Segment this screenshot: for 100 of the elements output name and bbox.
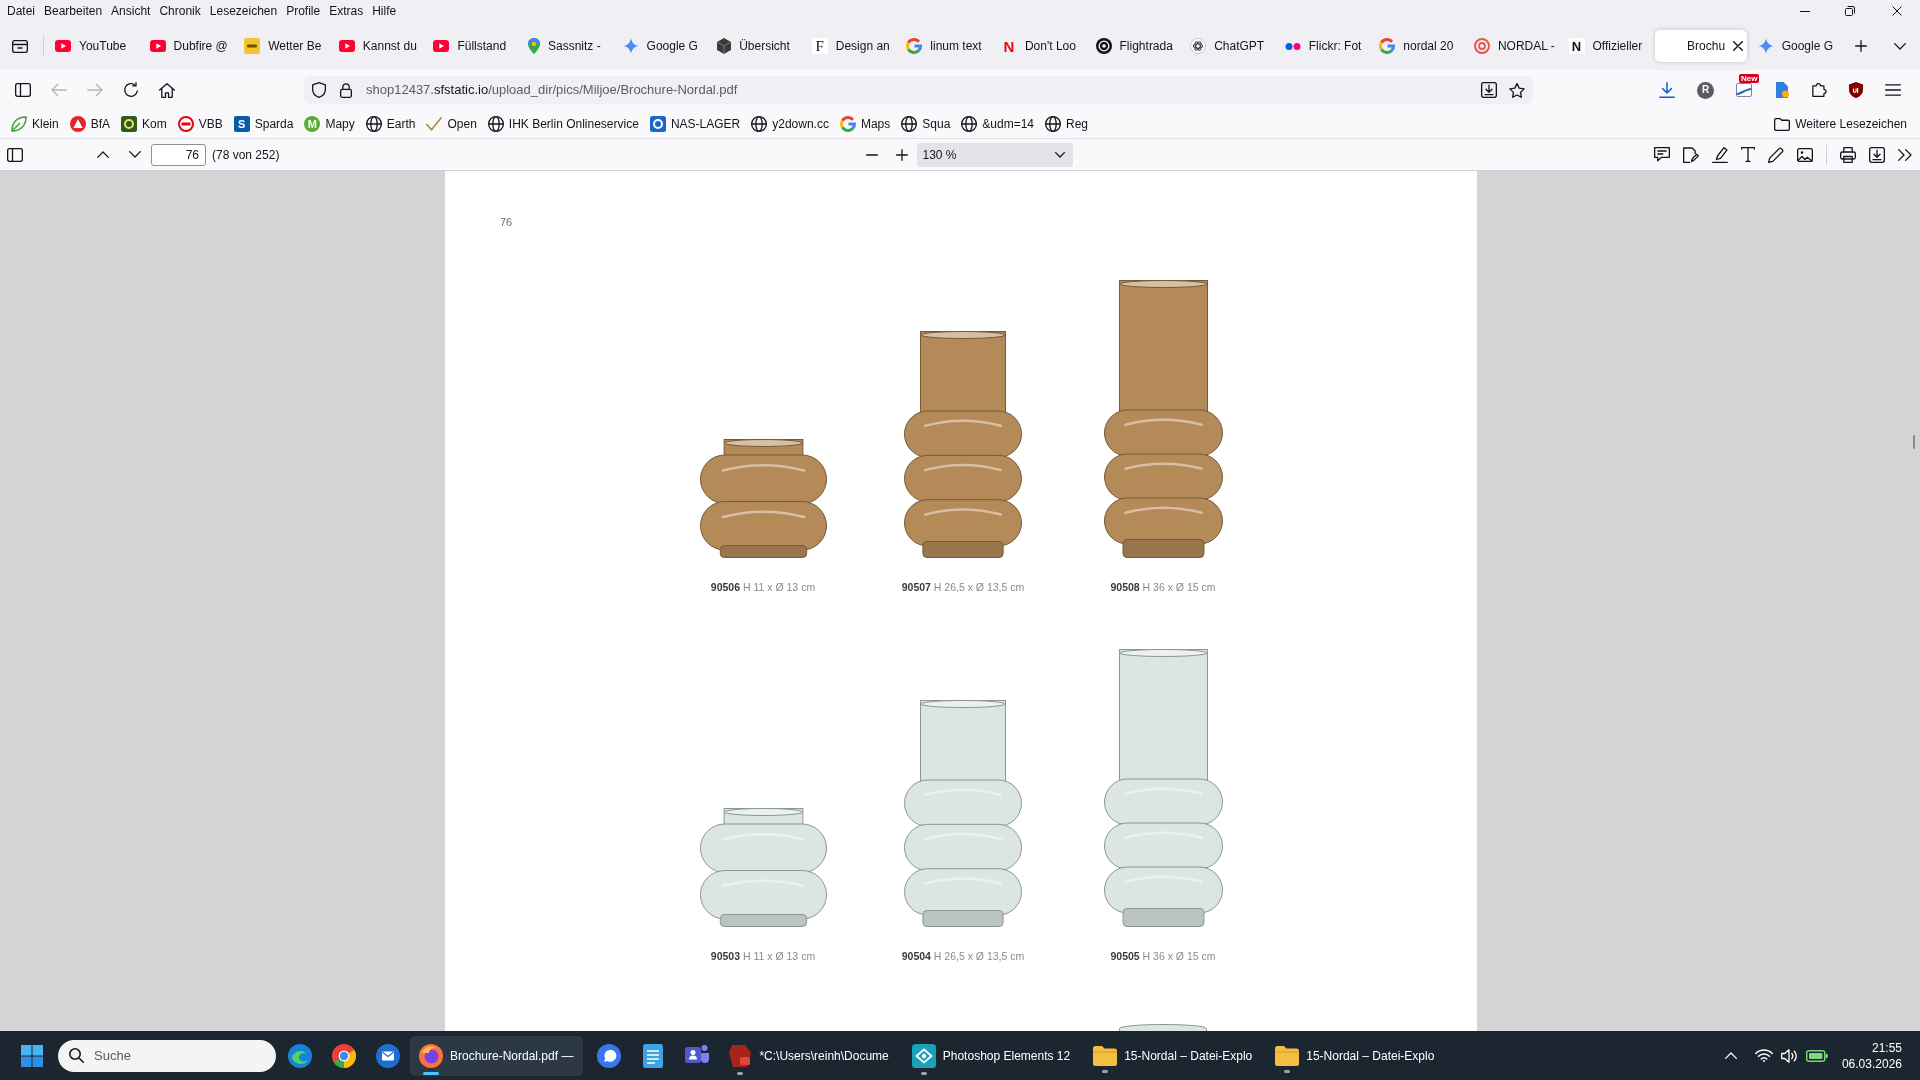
segmented-ring-icon[interactable]: [332, 1043, 356, 1068]
bookmark[interactable]: NAS-LAGER: [646, 112, 744, 136]
bookmark[interactable]: Reg: [1042, 112, 1092, 136]
bookmark[interactable]: Open: [423, 112, 480, 136]
tab[interactable]: Dubfire @: [141, 30, 234, 62]
reload-icon[interactable]: [123, 82, 139, 98]
printer-icon[interactable]: [1840, 146, 1856, 163]
tab[interactable]: Brochu: [1655, 30, 1748, 62]
people-tile-icon[interactable]: [685, 1045, 710, 1066]
comment-icon[interactable]: [1654, 147, 1670, 162]
battery-icon[interactable]: [1805, 1049, 1828, 1062]
tab[interactable]: N Offizieller: [1560, 30, 1653, 62]
text-tool-icon[interactable]: [1741, 147, 1755, 162]
menu-item[interactable]: Profile: [282, 2, 325, 20]
tab[interactable]: Kannst du: [330, 30, 423, 62]
plus-icon[interactable]: [1855, 40, 1868, 52]
tab[interactable]: Wetter Be: [236, 30, 329, 62]
menu-item[interactable]: Ansicht: [107, 2, 155, 20]
scrollbar-thumb[interactable]: [1913, 435, 1915, 449]
menu-item[interactable]: Extras: [325, 2, 368, 20]
puzzle-icon[interactable]: [1812, 83, 1827, 97]
image-icon[interactable]: [1797, 147, 1813, 162]
bookmark[interactable]: Earth: [362, 112, 419, 136]
address-field[interactable]: shop12437.sfstatic.io/upload_dir/pics/Miljoe/Brochure-Nordal.pdf: [304, 76, 1533, 104]
taskbar-button[interactable]: *C:\Users\reinh\Docume: [719, 1035, 899, 1076]
download-icon[interactable]: [1659, 82, 1675, 98]
menu-item[interactable]: Datei: [3, 2, 39, 20]
tab[interactable]: Flightrada: [1087, 30, 1180, 62]
zoom-select[interactable]: 130 %: [916, 142, 1073, 167]
taskbar-button[interactable]: 15-Nordal – Datei-Explo: [1084, 1035, 1263, 1076]
menu-icon[interactable]: [1885, 84, 1901, 96]
wifi-icon[interactable]: [1754, 1049, 1773, 1062]
pencil-icon[interactable]: [1768, 146, 1784, 163]
bookmarks-menu[interactable]: Weitere Lesezeichen: [1771, 112, 1910, 136]
start-icon[interactable]: [21, 1044, 43, 1067]
document-icon[interactable]: [1774, 82, 1790, 98]
tab[interactable]: N Don't Loo: [992, 30, 1085, 62]
page-number-field[interactable]: 76: [151, 143, 206, 166]
tab[interactable]: YouTube: [47, 30, 139, 62]
shield-icon[interactable]: [1849, 82, 1863, 98]
bookmark[interactable]: Kom: [118, 112, 170, 136]
tab[interactable]: Google G: [614, 30, 707, 62]
tab[interactable]: Füllstand: [425, 30, 518, 62]
close-icon[interactable]: [1892, 6, 1902, 16]
box-icon[interactable]: [12, 39, 28, 53]
tab[interactable]: Google G: [1749, 30, 1842, 62]
tab[interactable]: NORDAL -: [1465, 30, 1558, 62]
plus-icon[interactable]: [895, 148, 908, 161]
restore-icon[interactable]: [1845, 6, 1855, 16]
bookmark[interactable]: Klein: [8, 112, 62, 136]
tab[interactable]: Flickr: Fot: [1276, 30, 1369, 62]
search-field[interactable]: Suche: [58, 1039, 276, 1072]
menu-item[interactable]: Lesezeichen: [205, 2, 282, 20]
minus-icon[interactable]: [865, 153, 878, 156]
marker-icon[interactable]: [1712, 146, 1728, 163]
bookmark[interactable]: BfA: [66, 112, 114, 136]
menu-item[interactable]: Bearbeiten: [40, 2, 107, 20]
menu-item[interactable]: Hilfe: [368, 2, 401, 20]
taskbar-button[interactable]: 15-Nordal – Datei-Explo: [1266, 1035, 1445, 1076]
tab[interactable]: ChatGPT: [1182, 30, 1275, 62]
taskbar-button[interactable]: Photoshop Elements 12: [902, 1035, 1081, 1076]
sidebar-icon[interactable]: [15, 83, 31, 97]
speaker-icon[interactable]: [1780, 1048, 1798, 1063]
tab[interactable]: Sassnitz -: [519, 30, 612, 62]
tab[interactable]: F Design an: [803, 30, 896, 62]
envelope-icon[interactable]: [376, 1043, 400, 1068]
profile-avatar[interactable]: R: [1697, 81, 1714, 99]
product-caption: 90507 H 26,5 x Ø 13,5 cm: [901, 580, 1025, 594]
bookmark[interactable]: S Sparda: [230, 112, 297, 136]
tab[interactable]: nordal 20: [1371, 30, 1464, 62]
signature-icon[interactable]: [1683, 146, 1699, 163]
taskbar-button[interactable]: Brochure-Nordal.pdf —: [410, 1035, 584, 1076]
swoosh-icon[interactable]: [1736, 83, 1752, 97]
bookmark[interactable]: y2down.cc: [748, 112, 832, 136]
double-chevron-icon[interactable]: [1898, 148, 1912, 161]
speech-bubble-icon[interactable]: [597, 1043, 622, 1068]
notepad-icon[interactable]: [643, 1043, 664, 1068]
bookmark[interactable]: IHK Berlin Onlineservice: [484, 112, 642, 136]
bookmark[interactable]: VBB: [174, 112, 226, 136]
chevron-up-icon[interactable]: [97, 151, 109, 158]
save-icon[interactable]: [1869, 146, 1885, 163]
chevron-down-icon[interactable]: [129, 151, 141, 158]
shield-icon[interactable]: [312, 82, 326, 98]
home-icon[interactable]: [159, 82, 175, 98]
star-icon[interactable]: [1509, 82, 1525, 98]
close-icon[interactable]: [1733, 41, 1744, 51]
tray-arrow-icon[interactable]: [1481, 82, 1497, 98]
swirl-icon[interactable]: [288, 1043, 312, 1068]
bookmark[interactable]: Squa: [898, 112, 954, 136]
page-count: (78 von 252): [212, 146, 280, 164]
menu-item[interactable]: Chronik: [155, 2, 205, 20]
tab[interactable]: linum text: [898, 30, 991, 62]
bookmark[interactable]: M Mapy: [301, 112, 358, 136]
bookmark[interactable]: &udm=14: [958, 112, 1038, 136]
tab[interactable]: Übersicht: [709, 30, 802, 62]
lock-icon[interactable]: [340, 82, 352, 98]
chevron-down-icon[interactable]: [1894, 42, 1907, 50]
sidebar-icon[interactable]: [7, 147, 23, 162]
minimize-icon[interactable]: [1800, 10, 1810, 12]
bookmark[interactable]: Maps: [836, 112, 894, 136]
